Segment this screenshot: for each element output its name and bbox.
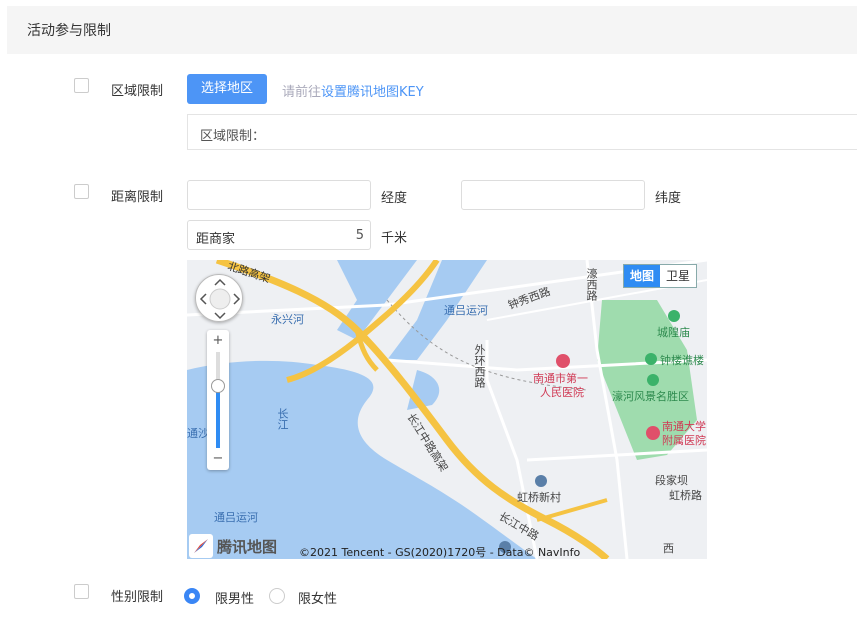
zoom-control: + − xyxy=(207,330,229,470)
map-label: 附属医院 xyxy=(662,434,706,447)
map-label: 长江 xyxy=(276,408,289,430)
map-label: 虹桥新村 xyxy=(517,491,561,504)
map-label: 城隍庙 xyxy=(657,326,690,339)
select-region-button[interactable]: 选择地区 xyxy=(187,74,267,104)
map-label: 段家坝 xyxy=(655,474,688,487)
region-limit-checkbox[interactable] xyxy=(74,78,89,93)
map-type-satellite-button[interactable]: 卫星 xyxy=(660,265,696,287)
region-field-label: 区域限制： xyxy=(200,129,266,144)
section-header: 活动参与限制 xyxy=(7,6,857,54)
map-label: 濠西路 xyxy=(585,268,598,301)
map-label: 通吕运河 xyxy=(444,304,488,317)
map-label: 濠河风景名胜区 xyxy=(612,390,689,403)
male-only-label: 限男性 xyxy=(215,592,255,607)
pan-control[interactable] xyxy=(195,274,243,322)
female-only-radio[interactable] xyxy=(269,588,285,604)
male-only-radio[interactable] xyxy=(184,588,200,604)
map-label: 外环西路 xyxy=(473,344,486,388)
merchant-distance-label: 距商家 xyxy=(196,232,236,247)
merchant-distance-value: 5 xyxy=(355,228,364,243)
map-label: 永兴河 xyxy=(271,313,304,326)
map-label: 通吕运河 xyxy=(214,511,258,524)
gender-limit-label: 性别限制 xyxy=(111,590,164,605)
compass-icon xyxy=(189,534,213,558)
zoom-slider-handle[interactable] xyxy=(211,379,225,393)
map-copyright: ©2021 Tencent - GS(2020)1720号 - Data© Na… xyxy=(299,546,581,559)
zoom-level-fill xyxy=(216,386,220,448)
map-label: 虹桥路 xyxy=(669,489,702,502)
zoom-out-button[interactable]: − xyxy=(207,450,229,468)
distance-limit-label: 距离限制 xyxy=(111,190,164,205)
pan-arrows-icon xyxy=(199,278,241,320)
female-only-label: 限女性 xyxy=(298,592,338,607)
map-label: 通沙 xyxy=(187,427,209,440)
longitude-unit: 经度 xyxy=(381,191,408,206)
distance-unit: 千米 xyxy=(381,231,408,246)
section-title: 活动参与限制 xyxy=(27,23,111,39)
gender-limit-checkbox[interactable] xyxy=(74,584,89,599)
tencent-map-logo: 腾讯地图 xyxy=(189,534,277,558)
map-key-hint: 请前往设置腾讯地图KEY xyxy=(282,81,424,100)
region-limit-label: 区域限制 xyxy=(111,84,164,99)
map-label: 钟楼谯楼 xyxy=(660,354,704,367)
longitude-input[interactable] xyxy=(187,180,371,210)
map-type-switcher: 地图 卫星 xyxy=(623,264,698,288)
zoom-in-button[interactable]: + xyxy=(207,332,229,350)
latitude-input[interactable] xyxy=(461,180,645,210)
hint-prefix: 请前往 xyxy=(282,85,322,100)
latitude-unit: 纬度 xyxy=(655,191,682,206)
logo-text: 腾讯地图 xyxy=(217,537,278,556)
distance-limit-checkbox[interactable] xyxy=(74,184,89,199)
tencent-map[interactable]: 北路高架 永兴河 通吕运河 钟秀西路 濠西路 城隍庙 钟楼谯楼 外环西路 南通市… xyxy=(187,260,707,559)
region-display-field: 区域限制： xyxy=(187,114,857,150)
set-map-key-link[interactable]: 设置腾讯地图KEY xyxy=(321,85,424,100)
map-label: 西 xyxy=(663,542,674,555)
merchant-distance-input[interactable]: 距商家 5 xyxy=(187,220,371,250)
map-type-map-button[interactable]: 地图 xyxy=(624,265,661,287)
map-label: 人民医院 xyxy=(540,386,584,399)
